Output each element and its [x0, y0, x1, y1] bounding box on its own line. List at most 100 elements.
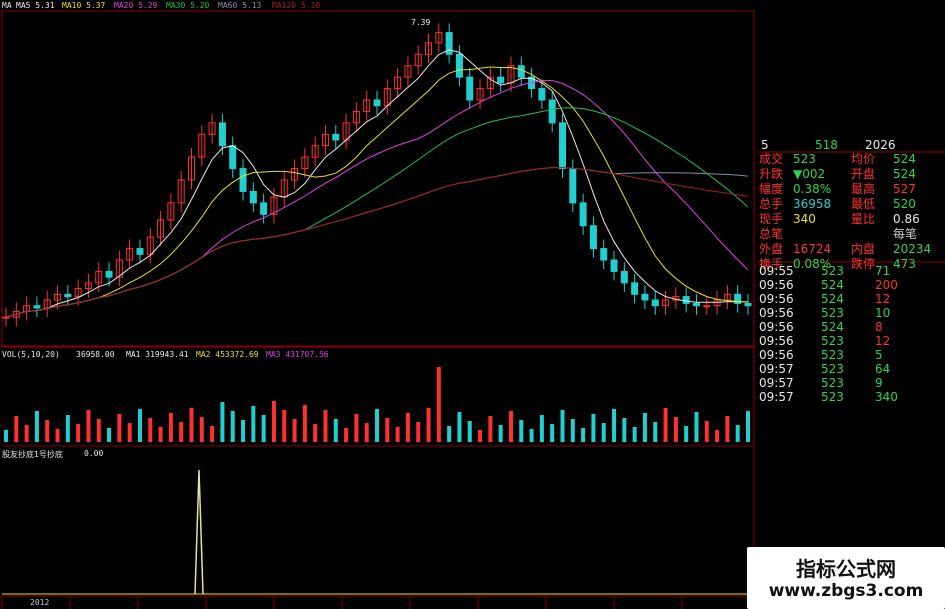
quote-value-right: 527 — [893, 182, 916, 196]
volume-bar — [261, 415, 266, 442]
watermark: 指标公式网 www.zbgs3.com — [747, 547, 945, 609]
volume-bar — [65, 415, 70, 442]
candle-body — [105, 270, 113, 278]
volume-bar — [323, 410, 328, 442]
volume-bar — [467, 421, 472, 442]
candle-body — [559, 122, 566, 170]
quote-row: 总手 36958 最低 520 — [759, 197, 945, 212]
volume-bar — [529, 429, 534, 442]
quote-label: 现手 — [759, 212, 784, 226]
volume-bar — [694, 412, 699, 442]
candle-body — [136, 248, 144, 255]
candle-body — [579, 202, 587, 227]
volume-bar — [313, 424, 318, 442]
quote-value-right: 524 — [893, 152, 916, 166]
candle-body — [497, 76, 505, 84]
candle-body — [682, 296, 690, 304]
candle-body — [641, 293, 649, 301]
volume-bar — [199, 417, 204, 442]
quote-value: 523 — [793, 152, 816, 166]
candle-body — [229, 145, 237, 170]
tick-time: 09:56 — [759, 278, 794, 292]
volume-bar — [282, 410, 287, 442]
tick-time: 09:57 — [759, 390, 794, 404]
ma5-line — [5, 49, 748, 318]
volume-bar — [251, 406, 256, 442]
tick-volume: 200 — [875, 278, 898, 292]
tick-price: 523 — [821, 334, 844, 348]
tick-price: 524 — [821, 320, 844, 334]
quote-label-right: 量比 — [851, 212, 876, 226]
candle-body — [744, 302, 752, 307]
quote-label-right: 均价 — [851, 152, 876, 166]
volume-bar — [137, 409, 142, 442]
quote-label: 总笔 — [759, 227, 784, 241]
quote-row: 升跌 ▼002 开盘 524 — [759, 167, 945, 182]
ma120-label: MA120 5.10 — [272, 1, 321, 10]
tick-time: 09:56 — [759, 292, 794, 306]
volume-bar — [519, 420, 524, 442]
quote-label: 外盘 — [759, 242, 784, 256]
stock-chart[interactable] — [0, 0, 945, 609]
quote-value-right: 20234 — [893, 242, 932, 256]
volume-bar — [333, 419, 338, 442]
quote-label: 成交 — [759, 152, 784, 166]
volume-bar — [581, 428, 586, 442]
volume-bar — [416, 422, 421, 442]
tick-time: 09:57 — [759, 376, 794, 390]
quote-value: 340 — [793, 212, 816, 226]
candle-body — [466, 76, 474, 101]
volume-bar — [436, 367, 441, 442]
year-label: 2012 — [30, 598, 50, 607]
candle-body — [260, 202, 268, 215]
volume-bar — [447, 426, 452, 442]
volume-bar — [364, 423, 369, 442]
tick-price: 523 — [821, 376, 844, 390]
volume-bar — [725, 416, 730, 442]
volume-bar — [405, 413, 410, 442]
volume-bar — [220, 402, 225, 442]
candle-body — [620, 270, 628, 284]
volume-bar — [715, 430, 720, 442]
volume-bar — [642, 413, 647, 442]
volume-bar — [622, 418, 627, 442]
volume-bar — [168, 413, 173, 442]
volume-bar — [684, 426, 689, 442]
volume-bar — [488, 416, 493, 442]
tick-volume: 8 — [875, 320, 883, 334]
quote-label-right: 跌停 — [851, 257, 876, 271]
quote-label: 幅度 — [759, 182, 784, 196]
vol-ma2: MA2 453372.69 — [196, 350, 259, 359]
volume-bar — [179, 422, 184, 442]
tick-price: 524 — [821, 292, 844, 306]
peak-price-label: 7.39 — [411, 18, 431, 27]
quote-row: 现手 340 量比 0.86 — [759, 212, 945, 227]
candle-body — [33, 305, 41, 309]
volume-bar — [271, 401, 276, 442]
tick-price: 523 — [821, 306, 844, 320]
quote-row: 总笔 每笔 — [759, 227, 945, 242]
candle-body — [249, 190, 257, 204]
vol-ma1: MA1 319943.41 — [126, 350, 189, 359]
volume-bar — [478, 430, 483, 442]
tick-volume: 9 — [875, 376, 883, 390]
candle-body — [2, 316, 10, 319]
quote-header-right: 2026 — [865, 138, 896, 152]
quote-row: 幅度 0.38% 最高 527 — [759, 182, 945, 197]
volume-bar — [117, 414, 122, 442]
volume-bar — [560, 410, 565, 442]
tick-time: 09:56 — [759, 306, 794, 320]
indicator-value: 0.00 — [84, 449, 104, 458]
tick-volume: 64 — [875, 362, 891, 376]
watermark-url: www.zbgs3.com — [768, 581, 924, 601]
candle-body — [600, 248, 608, 261]
candle-body — [610, 259, 618, 272]
indicator-spike — [194, 469, 204, 595]
indicator-title: 股友抄底1号抄底 — [2, 450, 63, 459]
ma-label: MA — [2, 1, 12, 10]
quote-row: 成交 523 均价 524 — [759, 152, 945, 167]
tick-volume: 340 — [875, 390, 898, 404]
volume-bar — [354, 414, 359, 442]
volume-bar — [158, 427, 163, 442]
candle-body — [332, 133, 340, 141]
